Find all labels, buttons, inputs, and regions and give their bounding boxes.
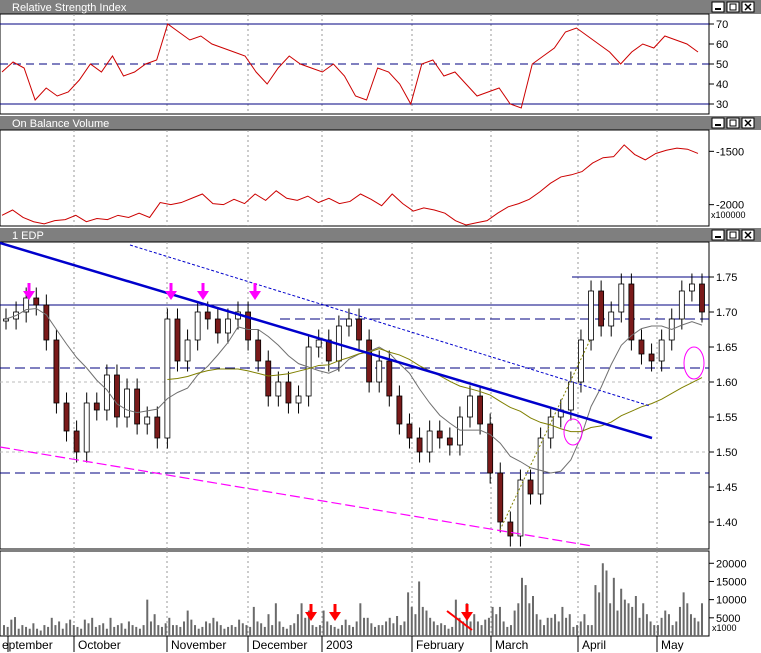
candle-down	[416, 437, 423, 453]
candle-up	[608, 311, 615, 327]
month-label: May	[661, 638, 684, 652]
price-tick-label: 1.70	[716, 307, 737, 319]
candle-down	[638, 339, 645, 355]
candle-up	[658, 339, 665, 362]
candle-down	[497, 472, 504, 523]
candle-down	[648, 353, 655, 362]
candle-down	[204, 311, 211, 320]
candle-down	[406, 423, 413, 439]
candle-down	[598, 290, 605, 327]
candle-down	[114, 374, 120, 418]
candle-down	[396, 395, 403, 425]
candle-down	[93, 402, 100, 411]
obv-panel-title: On Balance Volume	[12, 118, 109, 130]
rsi-tick-label: 40	[716, 79, 728, 91]
price-tick-label: 1.55	[716, 412, 737, 424]
candle-up	[3, 318, 9, 322]
month-label: December	[252, 638, 307, 652]
price-panel-title: 1 EDP	[12, 230, 44, 242]
candle-down	[477, 395, 483, 425]
candle-up	[376, 360, 383, 383]
obv-tick-label: -1500	[716, 146, 744, 158]
month-label: March	[495, 638, 528, 652]
candle-down	[73, 430, 80, 453]
obv-multiplier: x100000	[711, 210, 746, 220]
candle-up	[517, 479, 524, 537]
candle-down	[628, 283, 635, 341]
candle-up	[618, 283, 625, 313]
candle-up	[537, 437, 544, 495]
candle-down	[356, 318, 362, 341]
month-label: October	[78, 638, 121, 652]
candle-up	[457, 416, 463, 446]
candle-up	[124, 388, 130, 418]
candle-down	[33, 297, 40, 306]
candle-up	[678, 290, 685, 320]
candle-down	[43, 304, 50, 341]
rsi-tick-label: 30	[716, 99, 728, 111]
candle-up	[164, 318, 171, 439]
candle-up	[275, 381, 282, 397]
rsi-panel-title: Relative Strength Index	[12, 2, 127, 14]
price-tick-label: 1.60	[716, 377, 737, 389]
candle-down	[446, 437, 453, 446]
candle-down	[366, 339, 373, 383]
candle-up	[315, 339, 322, 348]
candle-down	[53, 339, 60, 404]
candle-down	[255, 339, 262, 362]
price-tick-label: 1.75	[716, 272, 737, 284]
candle-down	[285, 381, 292, 404]
window-min-button[interactable]	[711, 1, 725, 13]
rsi-tick-label: 60	[716, 39, 728, 51]
candle-up	[578, 339, 584, 383]
candle-up	[567, 381, 574, 411]
candle-down	[174, 318, 181, 362]
candle-up	[467, 395, 473, 418]
candle-down	[699, 283, 705, 313]
candle-down	[134, 388, 141, 425]
candle-down	[214, 318, 221, 334]
volume-tick-label: 10000	[716, 595, 747, 607]
window-min-button[interactable]	[711, 117, 725, 129]
candle-down	[436, 430, 443, 439]
price-tick-label: 1.45	[716, 482, 737, 494]
price-tick-label: 1.50	[716, 447, 737, 459]
candle-down	[527, 479, 534, 495]
candle-up	[588, 290, 594, 341]
candle-up	[426, 430, 433, 453]
candle-up	[144, 416, 151, 425]
candle-up	[295, 395, 302, 404]
candle-down	[507, 521, 514, 537]
candle-up	[83, 402, 90, 453]
rsi-tick-label: 50	[716, 59, 728, 71]
rsi-panel: Relative Strength Index	[0, 0, 761, 115]
volume-multiplier: x1000	[712, 623, 737, 633]
month-label: April	[582, 638, 606, 652]
month-label: 2003	[326, 638, 353, 652]
candle-up	[194, 311, 201, 341]
volume-tick-label: 20000	[716, 558, 747, 570]
candle-down	[265, 360, 272, 397]
rsi-tick-label: 70	[716, 19, 728, 31]
candle-up	[346, 318, 352, 327]
chart-canvas: Relative Strength Index On Balance Volum…	[0, 0, 761, 652]
month-label: November	[171, 638, 226, 652]
candle-down	[154, 416, 161, 439]
candle-up	[305, 346, 312, 397]
obv-panel: On Balance Volume	[0, 116, 761, 227]
candle-down	[63, 402, 70, 432]
candle-up	[184, 339, 191, 362]
candle-down	[487, 423, 494, 474]
price-tick-label: 1.40	[716, 517, 737, 529]
volume-tick-label: 15000	[716, 576, 747, 588]
window-min-button[interactable]	[711, 229, 725, 241]
price-tick-label: 1.65	[716, 342, 737, 354]
month-label: February	[416, 638, 464, 652]
candle-up	[689, 283, 695, 292]
candle-down	[386, 360, 393, 397]
month-label: eptember	[2, 638, 53, 652]
candle-up	[225, 318, 231, 334]
